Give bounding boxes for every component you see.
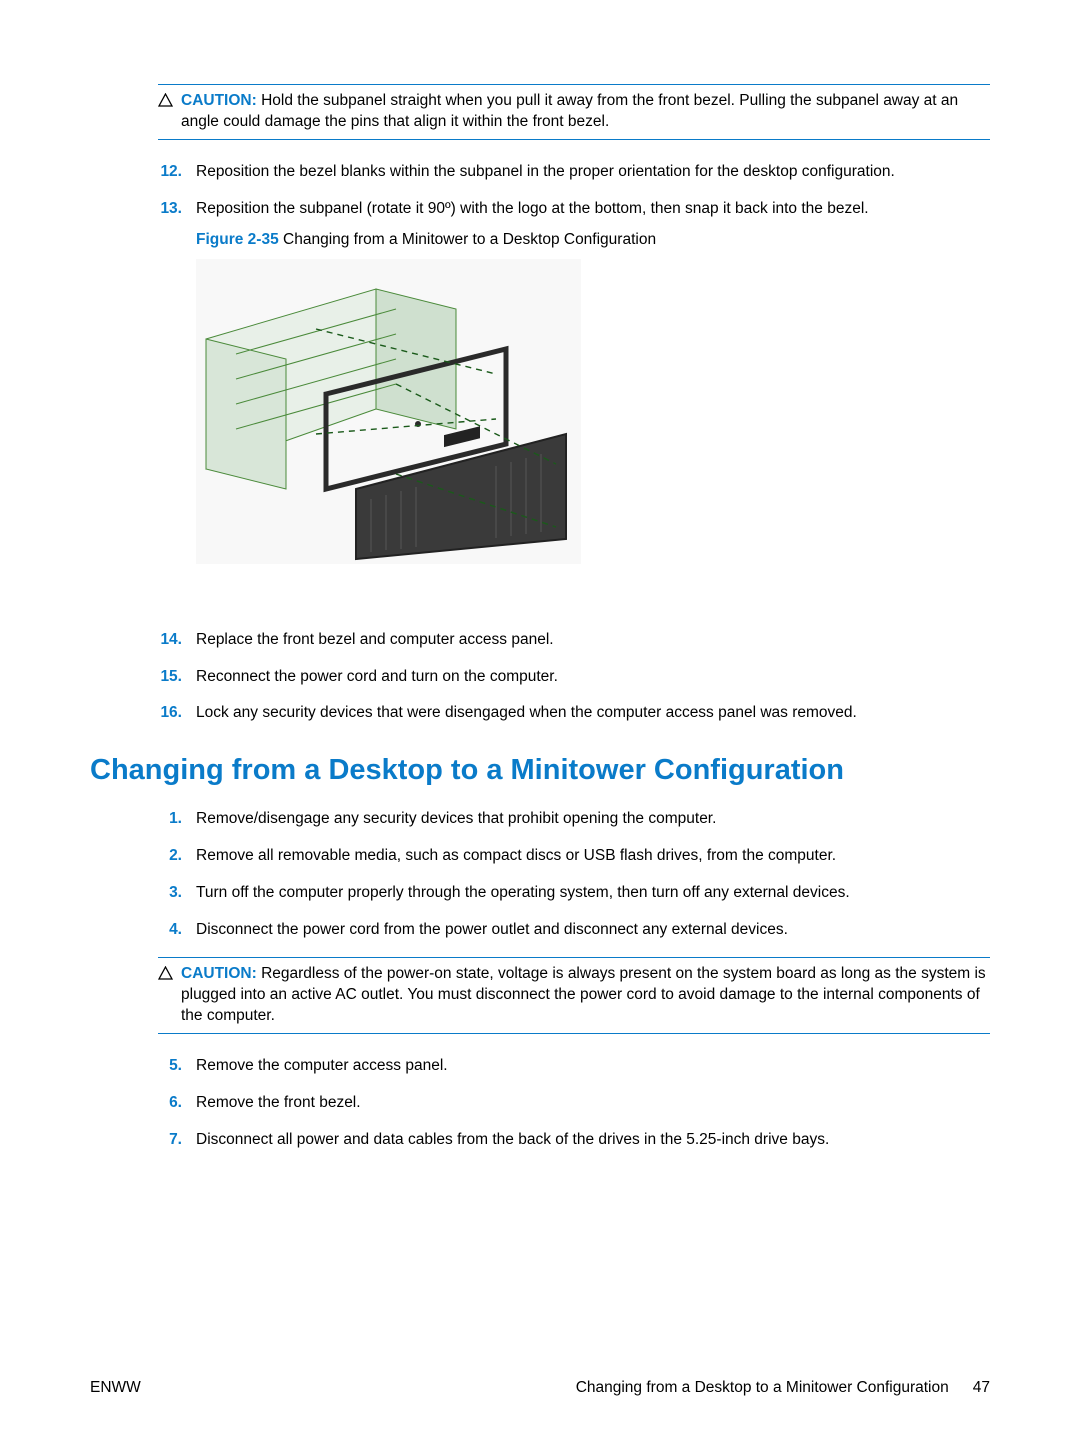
page-footer: ENWW Changing from a Desktop to a Minito… <box>90 1379 990 1397</box>
caution-text-wrap: CAUTION: Regardless of the power-on stat… <box>181 964 990 1027</box>
step-2: 2. Remove all removable media, such as c… <box>158 846 990 867</box>
document-page: CAUTION: Hold the subpanel straight when… <box>0 0 1080 1437</box>
footer-section-title: Changing from a Desktop to a Minitower C… <box>576 1379 949 1397</box>
step-text: Lock any security devices that were dise… <box>196 703 990 724</box>
caution-icon <box>158 966 173 980</box>
step-7: 7. Disconnect all power and data cables … <box>158 1130 990 1151</box>
step-15: 15. Reconnect the power cord and turn on… <box>158 667 990 688</box>
step-text: Turn off the computer properly through t… <box>196 883 990 904</box>
step-text: Disconnect all power and data cables fro… <box>196 1130 990 1151</box>
step-number: 12. <box>158 162 182 183</box>
lower-content-block: 1. Remove/disengage any security devices… <box>158 809 990 1150</box>
step-5: 5. Remove the computer access panel. <box>158 1056 990 1077</box>
step-text: Remove the front bezel. <box>196 1093 990 1114</box>
step-1: 1. Remove/disengage any security devices… <box>158 809 990 830</box>
footer-left: ENWW <box>90 1379 141 1397</box>
step-text: Remove all removable media, such as comp… <box>196 846 990 867</box>
step-text: Replace the front bezel and computer acc… <box>196 630 990 651</box>
step-text: Remove the computer access panel. <box>196 1056 990 1077</box>
step-3: 3. Turn off the computer properly throug… <box>158 883 990 904</box>
step-number: 14. <box>158 630 182 651</box>
step-number: 4. <box>158 920 182 941</box>
step-number: 15. <box>158 667 182 688</box>
step-16: 16. Lock any security devices that were … <box>158 703 990 724</box>
caution-text: Hold the subpanel straight when you pull… <box>181 92 958 130</box>
figure-label: Figure 2-35 <box>196 231 279 248</box>
figure-caption: Figure 2-35 Changing from a Minitower to… <box>196 230 990 251</box>
step-12: 12. Reposition the bezel blanks within t… <box>158 162 990 183</box>
figure-image <box>196 259 581 564</box>
step-number: 2. <box>158 846 182 867</box>
step-number: 7. <box>158 1130 182 1151</box>
footer-right: Changing from a Desktop to a Minitower C… <box>576 1379 990 1397</box>
caution-text-wrap: CAUTION: Hold the subpanel straight when… <box>181 91 990 133</box>
section-heading: Changing from a Desktop to a Minitower C… <box>90 754 990 787</box>
caution-box-2: CAUTION: Regardless of the power-on stat… <box>158 957 990 1034</box>
step-body: Reposition the subpanel (rotate it 90º) … <box>196 199 990 614</box>
step-number: 3. <box>158 883 182 904</box>
figure-caption-text: Changing from a Minitower to a Desktop C… <box>283 231 656 248</box>
step-text: Remove/disengage any security devices th… <box>196 809 990 830</box>
step-text: Reconnect the power cord and turn on the… <box>196 667 990 688</box>
step-13: 13. Reposition the subpanel (rotate it 9… <box>158 199 990 614</box>
footer-page-number: 47 <box>973 1379 990 1397</box>
step-4: 4. Disconnect the power cord from the po… <box>158 920 990 941</box>
step-number: 16. <box>158 703 182 724</box>
step-text: Disconnect the power cord from the power… <box>196 920 990 941</box>
step-number: 1. <box>158 809 182 830</box>
upper-content-block: CAUTION: Hold the subpanel straight when… <box>158 84 990 724</box>
step-6: 6. Remove the front bezel. <box>158 1093 990 1114</box>
step-number: 6. <box>158 1093 182 1114</box>
step-text: Reposition the subpanel (rotate it 90º) … <box>196 199 990 220</box>
caution-label: CAUTION: <box>181 92 257 109</box>
caution-icon <box>158 93 173 107</box>
step-14: 14. Replace the front bezel and computer… <box>158 630 990 651</box>
step-number: 13. <box>158 199 182 614</box>
step-number: 5. <box>158 1056 182 1077</box>
caution-text: Regardless of the power-on state, voltag… <box>181 965 986 1024</box>
caution-label: CAUTION: <box>181 965 257 982</box>
step-text: Reposition the bezel blanks within the s… <box>196 162 990 183</box>
caution-box-1: CAUTION: Hold the subpanel straight when… <box>158 84 990 140</box>
